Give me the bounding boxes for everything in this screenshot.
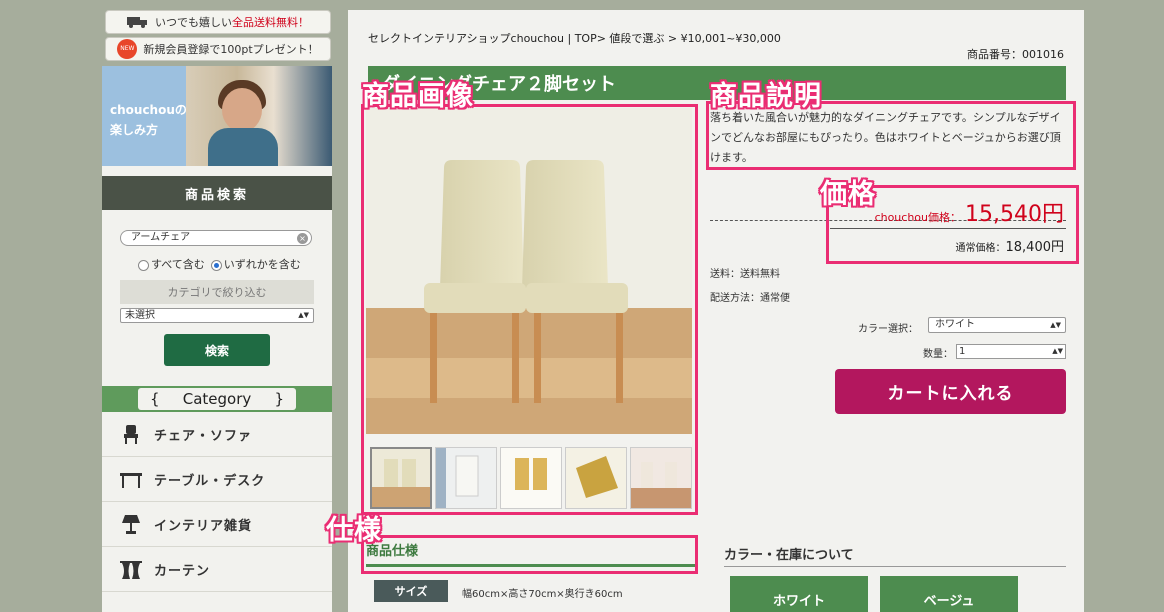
radio-all-icon: [138, 259, 149, 271]
category-title: Category: [182, 390, 252, 408]
search-input[interactable]: アームチェア ×: [120, 230, 312, 246]
radio-all-label: すべて含む: [151, 258, 205, 271]
banner-woman-body: [208, 128, 278, 166]
category-bar: { Category }: [102, 386, 332, 412]
lamp-icon: [120, 514, 142, 534]
color-stock-underline: [724, 566, 1066, 567]
color-option-beige[interactable]: ベージュ: [880, 576, 1018, 612]
category-item-table[interactable]: テーブル・デスク: [102, 457, 332, 502]
annotation-spec: 仕様: [326, 515, 382, 546]
curtain-icon: [120, 559, 142, 579]
radio-all[interactable]: すべて含む: [138, 256, 205, 272]
category-label-table: テーブル・デスク: [154, 473, 266, 489]
chair-icon: [120, 424, 142, 444]
free-shipping-button[interactable]: いつでも嬉しい全品送料無料！: [105, 10, 331, 34]
category-select[interactable]: 未選択 ▲▼: [120, 308, 314, 323]
shipping-method: 配送方法：通常便: [710, 293, 790, 304]
category-brace-open: {: [150, 390, 160, 408]
spec-size-label: サイズ: [374, 580, 448, 602]
category-item-chair[interactable]: チェア・ソファ: [102, 412, 332, 457]
product-number: 商品番号：001016: [967, 48, 1064, 61]
stepper-arrow-icon[interactable]: ▲▼: [1052, 345, 1063, 358]
radio-any[interactable]: いずれかを含む: [210, 256, 301, 272]
color-option-white[interactable]: ホワイト: [730, 576, 868, 612]
spec-highlight-box: [361, 535, 698, 574]
shipping-fee: 送料：送料無料: [710, 269, 780, 280]
banner-woman-face: [222, 88, 262, 132]
category-label-goods: インテリア雑貨: [154, 518, 253, 534]
color-select-value: ホワイト: [935, 319, 975, 330]
category-filter-label: カテゴリで絞り込む: [120, 280, 314, 304]
banner-text: chouchouの 楽しみ方: [110, 100, 187, 140]
color-select-label: カラー選択：: [858, 324, 918, 335]
new-member-label: 新規会員登録で100ptプレゼント！: [143, 43, 319, 56]
breadcrumb[interactable]: セレクトインテリアショップchouchou | TOP> 値段で選ぶ > ¥10…: [368, 30, 781, 46]
banner-text-line1: chouchouの: [110, 103, 187, 117]
category-label-curtain: カーテン: [154, 563, 211, 579]
category-select-value: 未選択: [125, 310, 155, 321]
category-brace-close: }: [274, 390, 284, 408]
spec-size-value: 幅60cm×高さ70cm×奥行き60cm: [462, 589, 623, 600]
search-mode-radios: すべて含む いずれかを含む: [138, 256, 301, 272]
chouchou-banner[interactable]: chouchouの 楽しみ方: [102, 66, 332, 166]
quantity-stepper[interactable]: 1 ▲▼: [956, 344, 1066, 359]
banner-text-line2: 楽しみ方: [110, 123, 159, 137]
free-shipping-emphasis: 全品送料無料！: [232, 16, 309, 29]
quantity-label: 数量：: [923, 349, 953, 360]
truck-icon: [127, 16, 149, 28]
color-select[interactable]: ホワイト ▲▼: [928, 317, 1066, 333]
category-item-goods[interactable]: インテリア雑貨: [102, 502, 332, 547]
category-label-chair: チェア・ソファ: [154, 428, 253, 444]
add-to-cart-button[interactable]: カートに入れる: [835, 369, 1066, 414]
new-member-button[interactable]: NEW 新規会員登録で100ptプレゼント！: [105, 37, 331, 61]
radio-any-label: いずれかを含む: [223, 258, 301, 271]
category-item-curtain[interactable]: カーテン: [102, 547, 332, 592]
category-item-more[interactable]: [102, 592, 332, 612]
annotation-image: 商品画像: [362, 81, 474, 112]
image-highlight-box: [361, 104, 698, 515]
quantity-value: 1: [959, 346, 966, 357]
annotation-description: 商品説明: [710, 81, 822, 112]
select-arrow-icon: ▲▼: [298, 311, 309, 319]
color-stock-heading: カラー・在庫について: [724, 548, 854, 563]
select-arrow-icon: ▲▼: [1050, 321, 1061, 329]
radio-any-icon: [210, 259, 222, 271]
sidebar: chouchouの 楽しみ方 商品検索 アームチェア × すべて含む いずれかを…: [102, 66, 332, 612]
new-badge-icon: NEW: [117, 39, 138, 59]
search-heading: 商品検索: [102, 176, 332, 210]
search-button[interactable]: 検索: [164, 334, 270, 366]
free-shipping-prefix: いつでも嬉しい: [155, 16, 232, 29]
table-icon: [120, 469, 142, 489]
search-input-value: アームチェア: [131, 232, 191, 243]
category-heading: { Category }: [138, 388, 296, 410]
category-more-icon: [120, 605, 142, 612]
annotation-price: 価格: [820, 179, 876, 210]
clear-icon[interactable]: ×: [297, 233, 308, 244]
